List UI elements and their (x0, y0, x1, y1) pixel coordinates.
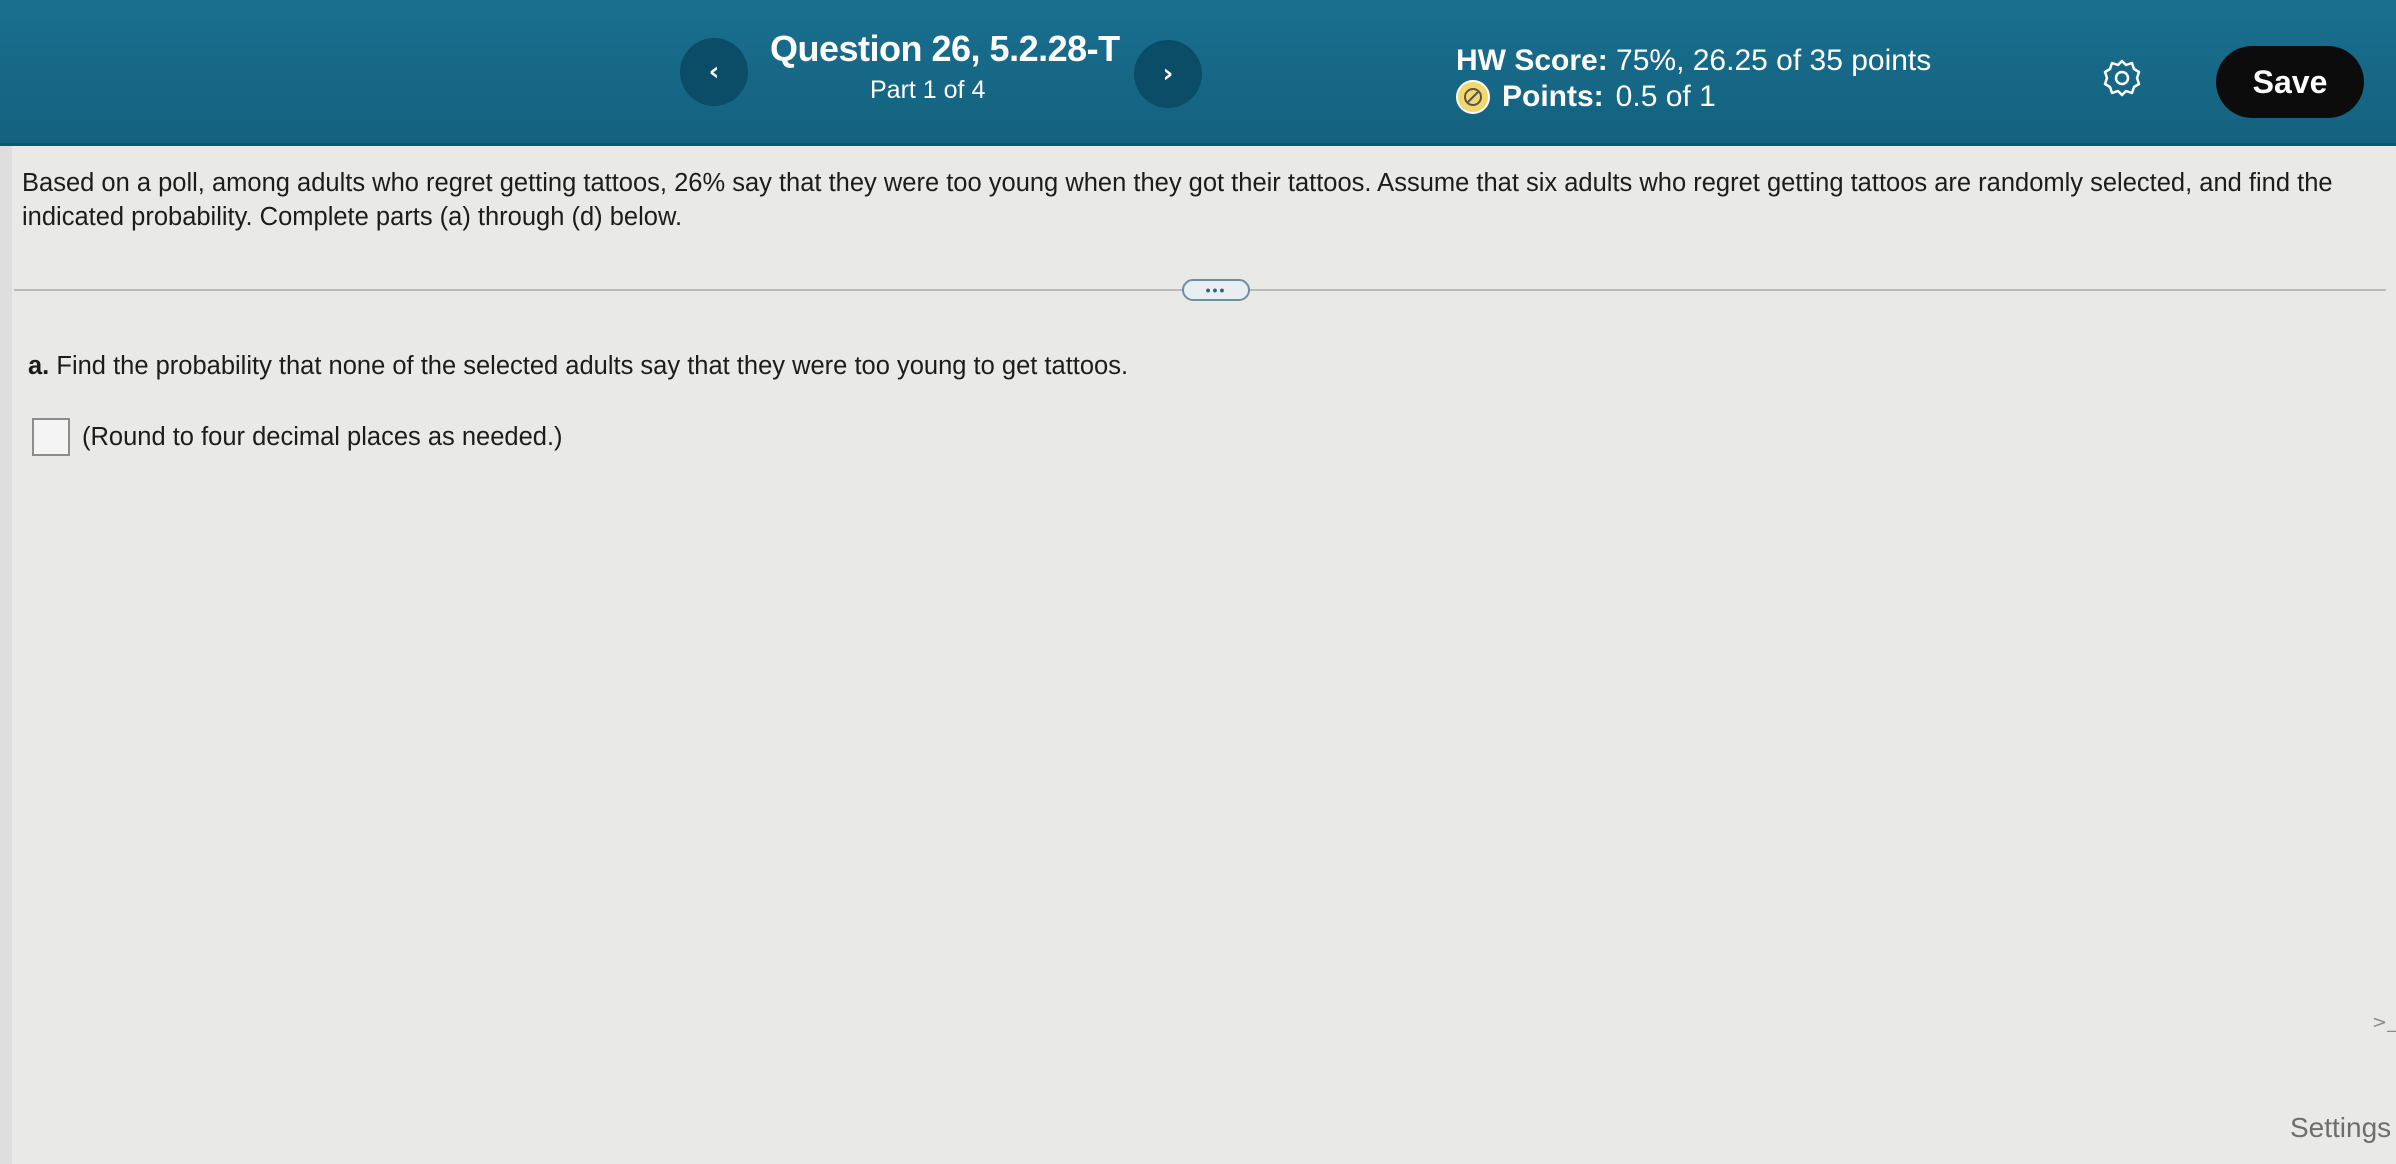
points-value: 0.5 of 1 (1615, 80, 1716, 113)
question-header: ‹ Question 26, 5.2.28-T Part 1 of 4 › HW… (0, 0, 2396, 146)
hw-score-label: HW Score: (1456, 44, 1608, 77)
next-question-button[interactable]: › (1134, 40, 1202, 108)
previous-question-button[interactable]: ‹ (680, 38, 748, 106)
left-margin (0, 146, 12, 1164)
part-a-question: a. Find the probability that none of the… (28, 352, 1128, 381)
points-label: Points: (1502, 80, 1604, 113)
points: Points: 0.5 of 1 (1456, 80, 1716, 114)
question-title: Question 26, 5.2.28-T (770, 28, 1120, 69)
rounding-hint: (Round to four decimal places as needed.… (82, 422, 563, 451)
partial-credit-icon (1456, 80, 1490, 114)
hw-score: HW Score: 75%, 26.25 of 35 points (1456, 44, 1931, 78)
settings-link[interactable]: Settings (2290, 1112, 2391, 1144)
hw-score-value: 75%, 26.25 of 35 points (1616, 44, 1932, 77)
problem-statement: Based on a poll, among adults who regret… (22, 169, 2333, 231)
gear-icon[interactable] (2102, 58, 2142, 98)
part-a-text: Find the probability that none of the se… (56, 352, 1129, 380)
expand-more-button[interactable]: ••• (1182, 279, 1250, 301)
side-panel-toggle[interactable]: >_ (2372, 1012, 2396, 1033)
part-a-letter: a. (28, 352, 50, 380)
save-button[interactable]: Save (2216, 46, 2364, 118)
chevron-left-icon: ‹ (708, 57, 720, 87)
answer-row: (Round to four decimal places as needed.… (32, 418, 563, 456)
part-indicator: Part 1 of 4 (870, 76, 986, 104)
answer-input[interactable] (32, 418, 70, 456)
chevron-right-icon: › (1162, 59, 1174, 89)
